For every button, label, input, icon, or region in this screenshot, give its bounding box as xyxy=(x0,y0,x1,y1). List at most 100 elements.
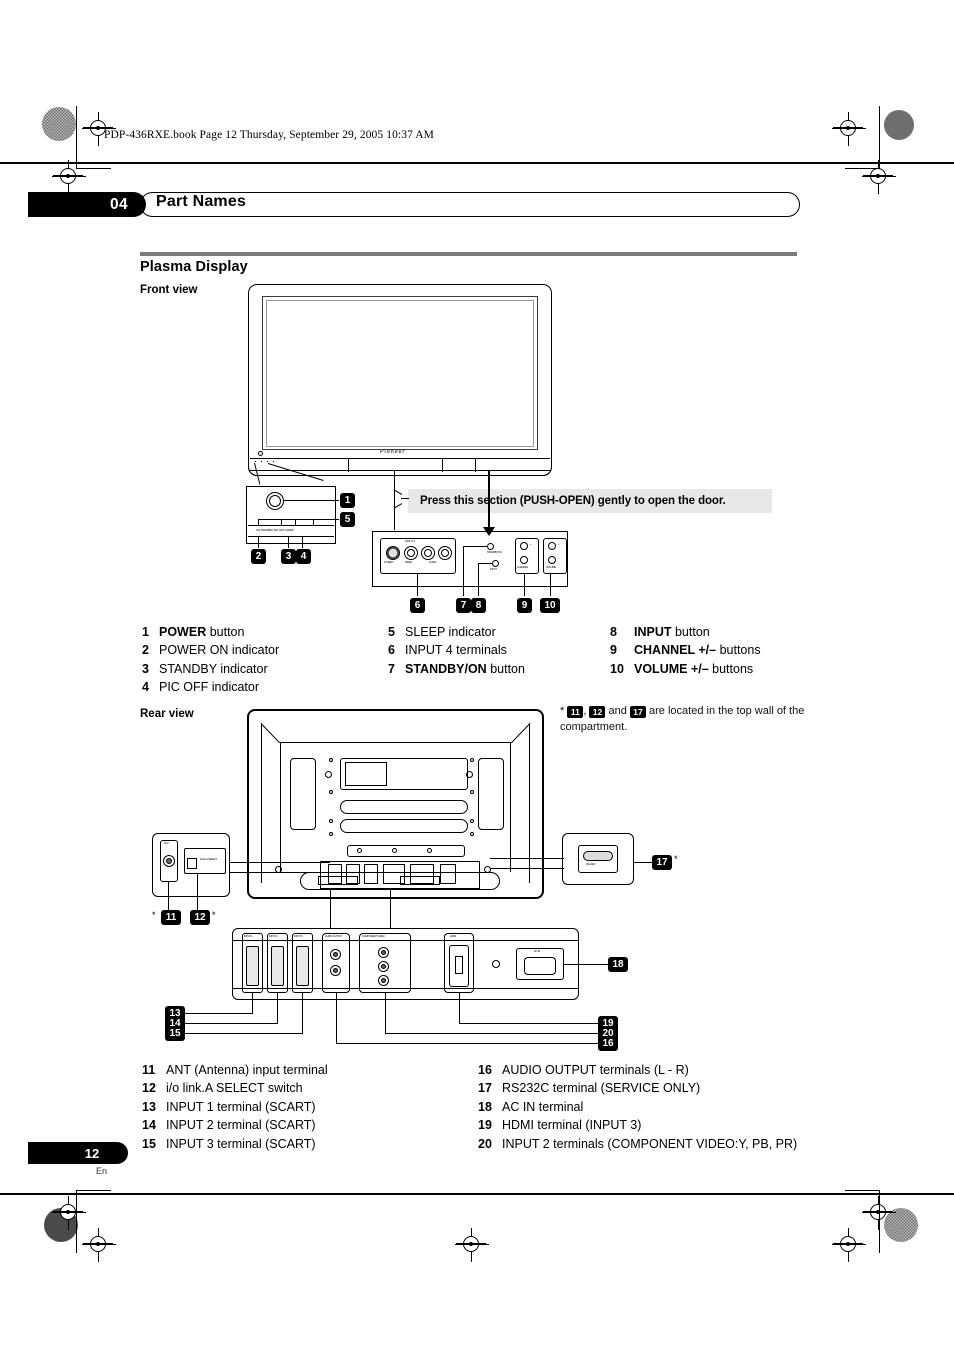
list-text: INPUT 2 terminals (COMPONENT VIDEO:Y, PB… xyxy=(502,1136,798,1151)
list-number: 11 xyxy=(142,1063,156,1077)
callout-12-asterisk: * xyxy=(212,910,216,920)
list-text: STANDBY indicator xyxy=(159,661,268,676)
callout-leader-14b xyxy=(185,1023,278,1024)
callout-2: 2 xyxy=(251,549,266,564)
callout-leader-16 xyxy=(336,993,337,1043)
book-file-header: PDP-436RXE.book Page 12 Thursday, Septem… xyxy=(104,129,435,141)
callout-leader-11 xyxy=(168,882,169,910)
led-leader-bus xyxy=(258,519,316,520)
list-item: 6 INPUT 4 terminals xyxy=(388,641,525,659)
video-jack-inner xyxy=(407,549,415,557)
halftone-dot-top-right xyxy=(884,110,914,140)
footer-rule xyxy=(0,1193,954,1195)
rear-screw-col-r1 xyxy=(470,758,474,762)
volume-plus-button-icon xyxy=(548,542,556,550)
list-item: 2 POWER ON indicator xyxy=(142,641,279,659)
input-button-icon xyxy=(492,560,499,567)
footnote-sep2: and xyxy=(608,705,627,717)
callout-leader-6 xyxy=(417,574,418,596)
callout-leader-13b xyxy=(185,1013,253,1014)
front-speaker-line-1 xyxy=(250,458,550,460)
list-number: 3 xyxy=(142,661,149,676)
crop-mark-br xyxy=(845,1190,880,1253)
list-bold: INPUT xyxy=(634,625,672,639)
callout-15: 15 xyxy=(165,1026,185,1041)
callout-leader-17 xyxy=(634,862,654,863)
ac-in-label: AC IN xyxy=(534,950,540,953)
rear-mount-hole-l xyxy=(325,771,332,778)
led-leader-5 xyxy=(313,519,314,526)
list-number: 13 xyxy=(142,1099,156,1114)
list-item: 12 i/o link.A SELECT switch xyxy=(142,1079,328,1097)
list-text: button xyxy=(671,625,710,639)
compartment-leader-b xyxy=(390,889,391,929)
rear-screw-rail xyxy=(347,845,465,857)
io-link-switch-icon[interactable] xyxy=(187,858,197,869)
callout-leader-15b xyxy=(185,1033,303,1034)
list-item: 20 INPUT 2 terminals (COMPONENT VIDEO:Y, … xyxy=(478,1135,797,1153)
callout-leader-20 xyxy=(385,993,386,1033)
scart-1-connector xyxy=(246,946,259,986)
rear-list-column-2: 16 AUDIO OUTPUT terminals (L - R) 17 RS232… xyxy=(478,1061,797,1153)
svideo-jack-label: S-VIDEO xyxy=(384,561,394,564)
scart-1-label: INPUT 1 xyxy=(244,935,253,938)
callout-leader-15 xyxy=(302,993,303,1033)
indicator-strip-line-bottom xyxy=(248,536,334,537)
halftone-dot-top-left xyxy=(42,107,76,141)
callout-leader-1 xyxy=(284,500,339,502)
audio-r-jack-inner xyxy=(441,549,449,557)
list-item: 17 RS232C terminal (SERVICE ONLY) xyxy=(478,1079,797,1097)
callout-8: 8 xyxy=(471,598,486,613)
list-text: INPUT 2 terminal (SCART) xyxy=(166,1118,316,1133)
list-number: 9 xyxy=(610,643,617,658)
channel-label: CHANNEL xyxy=(517,566,528,569)
callout-9: 9 xyxy=(517,598,532,613)
rear-left-leader-2 xyxy=(230,872,320,873)
callout-17: 17 xyxy=(652,855,672,870)
rear-vent-left xyxy=(290,758,316,830)
list-item: 13 INPUT 1 terminal (SCART) xyxy=(142,1098,328,1116)
list-text: POWER ON indicator xyxy=(159,643,280,658)
channel-plus-label: + xyxy=(530,543,532,546)
callout-leader-3 xyxy=(288,536,289,548)
rear-edge-right xyxy=(529,723,530,883)
list-number: 4 xyxy=(142,680,149,695)
channel-minus-button-icon xyxy=(520,556,528,564)
callout-leader-5 xyxy=(316,519,339,521)
list-text: RS232C terminal (SERVICE ONLY) xyxy=(502,1081,701,1096)
channel-minus-label: – xyxy=(530,557,532,560)
rear-ground-screw xyxy=(492,960,500,968)
manual-page: PDP-436RXE.book Page 12 Thursday, Septem… xyxy=(0,0,954,1351)
callout-leader-14 xyxy=(277,993,278,1023)
list-item: 10 VOLUME +/– buttons xyxy=(610,660,761,678)
crop-mark-tr xyxy=(845,106,880,169)
rs232c-label: RS-232C xyxy=(586,863,596,866)
list-number: 20 xyxy=(478,1136,492,1151)
callout-3: 3 xyxy=(281,549,296,564)
rear-slot-2 xyxy=(340,819,468,833)
footnote-mark-17: 17 xyxy=(629,706,646,718)
rear-left-leader-1 xyxy=(230,862,330,863)
list-text: INPUT 1 terminal (SCART) xyxy=(166,1099,316,1114)
input-button-label: INPUT xyxy=(490,568,497,571)
rear-screw-col-r2 xyxy=(470,790,474,794)
section-divider xyxy=(140,252,797,256)
rear-stand-notch-r xyxy=(400,876,440,885)
list-item: 14 INPUT 2 terminal (SCART) xyxy=(142,1116,328,1134)
callout-7: 7 xyxy=(456,598,471,613)
io-link-select-label: i/o link.A SELECT xyxy=(200,858,218,861)
list-item: 18 AC IN terminal xyxy=(478,1098,797,1116)
indicator-strip-line-top xyxy=(248,525,334,526)
footnote-mark-12: 12 xyxy=(589,706,606,718)
callout-16: 16 xyxy=(598,1036,618,1051)
list-bold: POWER xyxy=(159,625,207,639)
list-number: 5 xyxy=(388,625,395,639)
callout-leader-20b xyxy=(385,1033,598,1034)
channel-plus-button-icon xyxy=(520,542,528,550)
component-video-label: COMPONENT VIDEO xyxy=(362,935,385,938)
list-item: 8 INPUT button xyxy=(610,623,761,641)
list-number: 16 xyxy=(478,1063,492,1077)
list-text: buttons xyxy=(708,661,754,676)
rear-bevel-right xyxy=(510,742,511,872)
rear-bevel-top xyxy=(280,742,510,743)
